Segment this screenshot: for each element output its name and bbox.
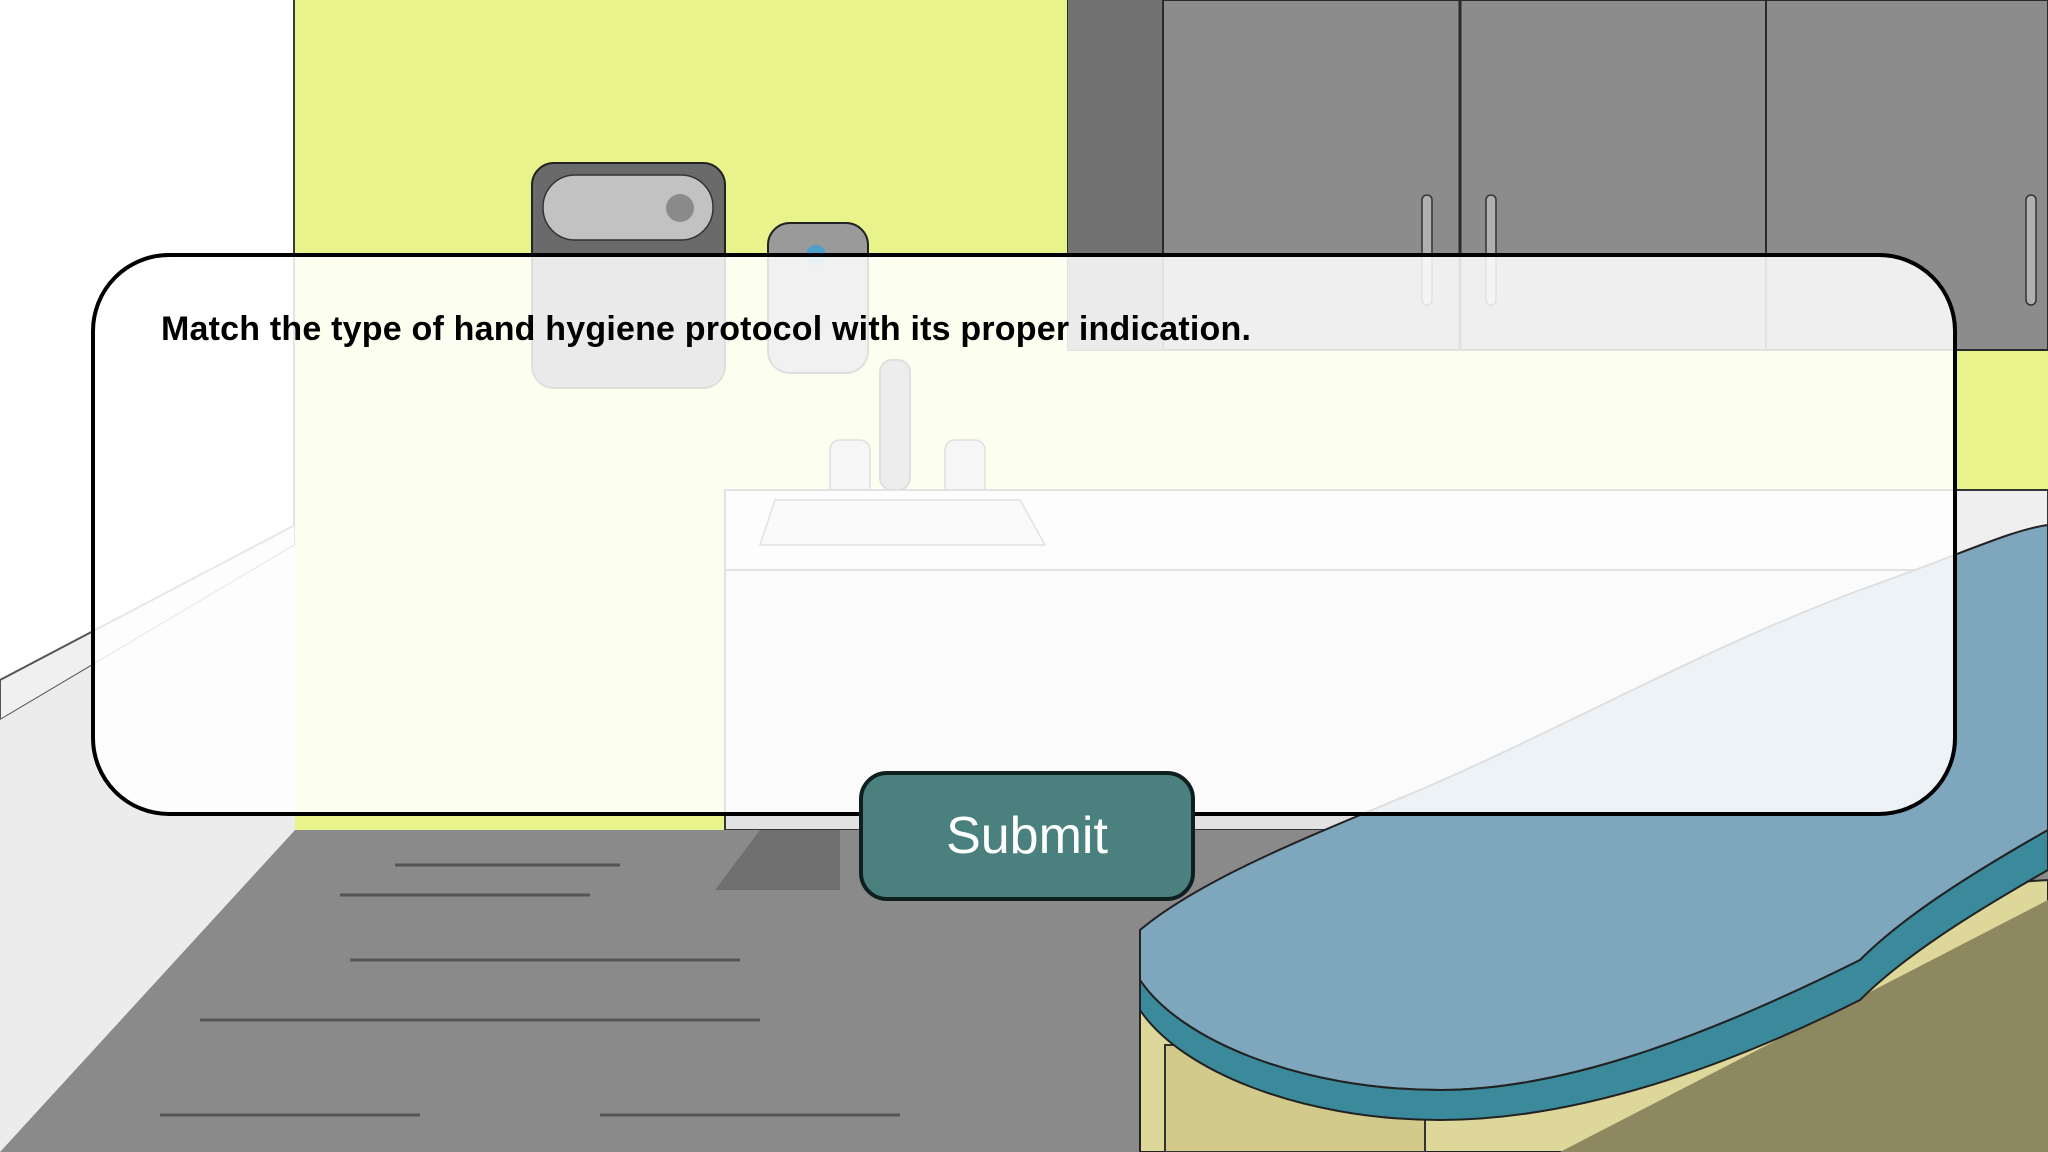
game-stage: Match the type of hand hygiene protocol … [0, 0, 2048, 1152]
question-prompt: Match the type of hand hygiene protocol … [161, 310, 1252, 348]
question-panel: Match the type of hand hygiene protocol … [91, 253, 1957, 816]
submit-button[interactable]: Submit [859, 771, 1195, 901]
